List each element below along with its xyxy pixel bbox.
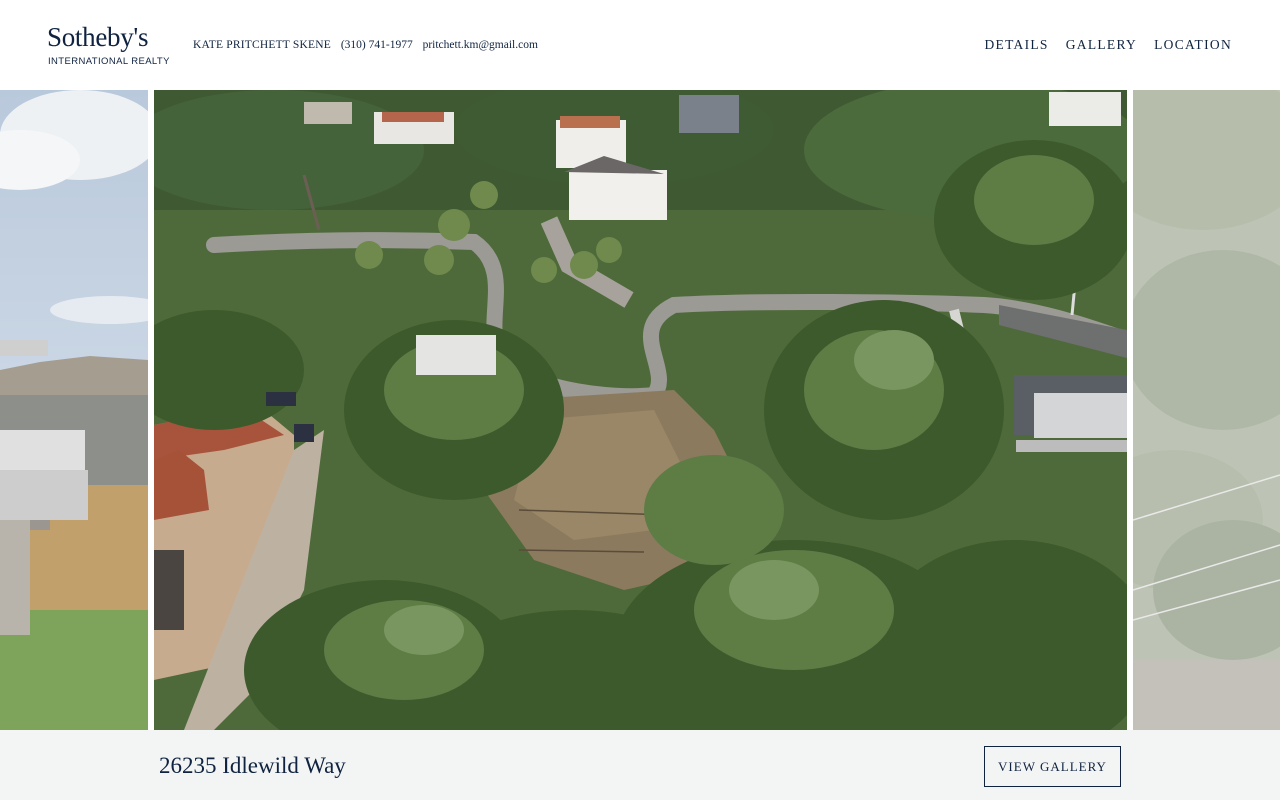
nav-details[interactable]: DETAILS (984, 37, 1048, 53)
photo-carousel[interactable] (0, 90, 1280, 730)
sothebys-logo[interactable]: Sotheby's INTERNATIONAL REALTY (47, 22, 170, 68)
main-listing-photo[interactable] (154, 90, 1127, 730)
view-gallery-button[interactable]: VIEW GALLERY (984, 746, 1121, 787)
slide-fade-overlay (1133, 90, 1280, 730)
agent-contact: KATE PRITCHETT SKENE (310) 741-1977 prit… (193, 38, 538, 52)
agent-phone[interactable]: (310) 741-1977 (341, 39, 413, 51)
logo-wordmark: Sotheby's (47, 22, 149, 52)
logo-tagline: INTERNATIONAL REALTY (48, 56, 170, 67)
agent-email-link[interactable]: pritchett.km@gmail.com (423, 39, 538, 51)
previous-slide-image[interactable] (0, 90, 148, 730)
nav-gallery[interactable]: GALLERY (1066, 37, 1137, 53)
nav-location[interactable]: LOCATION (1154, 37, 1232, 53)
site-header: Sotheby's INTERNATIONAL REALTY KATE PRIT… (0, 0, 1280, 90)
listing-footer-bar: 26235 Idlewild Way VIEW GALLERY (0, 730, 1280, 800)
next-slide-image[interactable] (1133, 90, 1280, 730)
agent-name: KATE PRITCHETT SKENE (193, 39, 331, 51)
main-nav: DETAILS GALLERY LOCATION (984, 37, 1232, 53)
listing-address: 26235 Idlewild Way (159, 753, 346, 778)
